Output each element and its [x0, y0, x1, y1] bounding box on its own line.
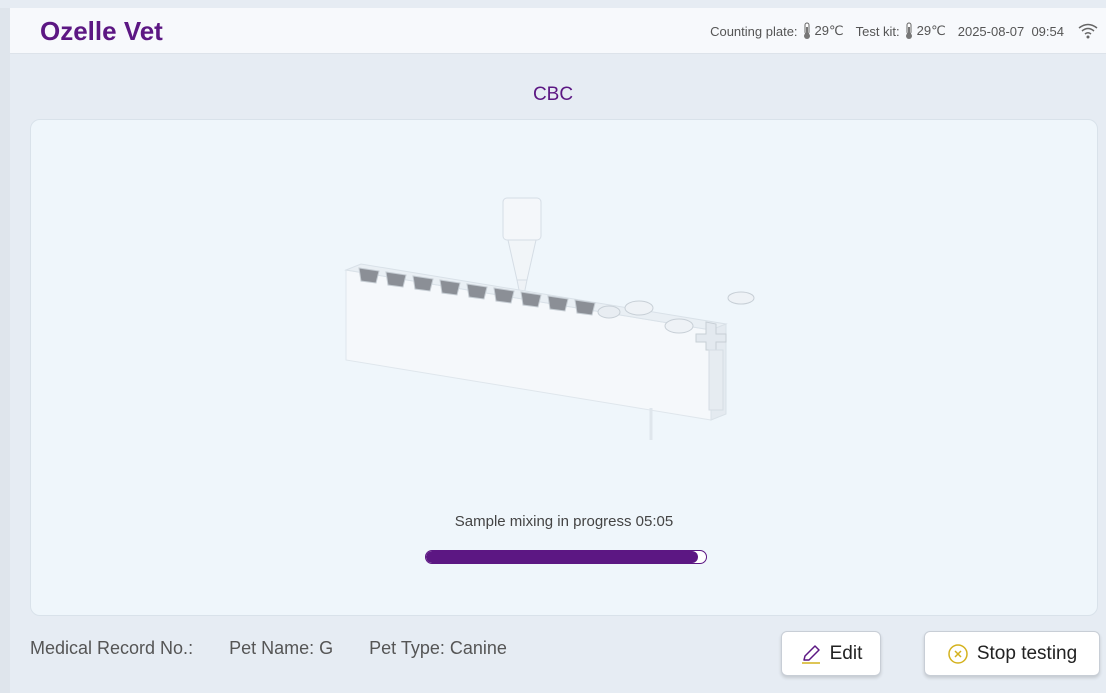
counting-plate-label: Counting plate:: [710, 23, 798, 39]
medical-record-no: Medical Record No.:: [30, 638, 194, 658]
progress-bar-fill: [426, 551, 698, 563]
counting-plate-status: Counting plate: 29℃: [710, 22, 844, 40]
stop-testing-button[interactable]: Stop testing: [924, 631, 1100, 676]
pipette: [502, 197, 542, 301]
left-edge: [0, 8, 10, 693]
page-title: CBC: [532, 84, 574, 105]
test-kit-status: Test kit: 29℃: [856, 22, 946, 40]
edit-button[interactable]: Edit: [781, 631, 881, 676]
status-bar: Counting plate: 29℃ Test kit: 29℃ 2025-0…: [710, 22, 1098, 40]
top-bar: Ozelle Vet Counting plate: 29℃ Test kit:…: [10, 8, 1106, 54]
test-panel: Sample mixing in progress 05:05: [30, 119, 1098, 616]
thermometer-icon: [803, 22, 810, 39]
patient-info: Medical Record No.: Pet Name: G Pet Type…: [30, 638, 507, 659]
test-kit-label: Test kit:: [855, 23, 900, 39]
brand-logo: Ozelle Vet: [40, 16, 163, 46]
pet-type: Pet Type: Canine: [369, 638, 507, 658]
progress-status-text: Sample mixing in progress 05:05: [454, 513, 674, 530]
test-cartridge-illustration: [344, 197, 755, 440]
thermometer-icon: [905, 22, 912, 39]
close-circle-icon: [948, 643, 968, 664]
pencil-icon: [801, 644, 820, 664]
cartridge: [344, 263, 755, 440]
datetime-text: 2025-08-07 09:54: [957, 23, 1064, 39]
progress-bar: [425, 550, 707, 564]
wifi-icon: [1078, 23, 1098, 39]
test-kit-temp: 29℃: [916, 23, 946, 38]
datetime: 2025-08-07 09:54: [958, 24, 1064, 39]
edit-button-label: Edit: [829, 642, 863, 664]
counting-plate-temp: 29℃: [814, 23, 844, 38]
stop-testing-label: Stop testing: [976, 642, 1078, 664]
pet-name: Pet Name: G: [229, 638, 334, 658]
